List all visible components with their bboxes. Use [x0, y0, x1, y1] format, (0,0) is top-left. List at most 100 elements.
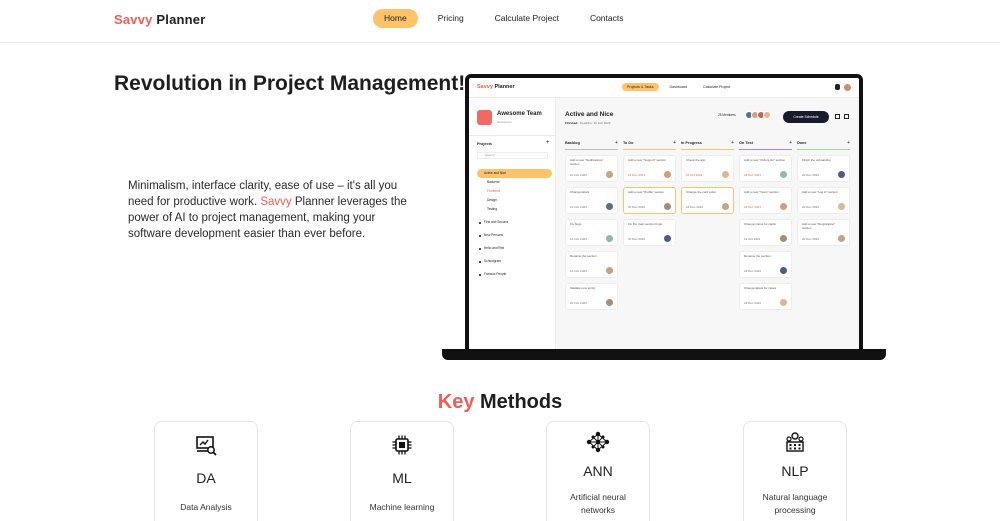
- language-processing-icon: [744, 431, 846, 455]
- avatar: [780, 203, 787, 210]
- task-card: Rename the section 24 Dec 2022: [739, 251, 792, 278]
- app-screenshot: Savvy Planner Projects & Tasks Dashboard…: [469, 78, 859, 350]
- task-card: Add a new "Profile" section 20 Dec 2022: [623, 187, 676, 214]
- column-header: Done +: [797, 140, 850, 148]
- data-analysis-icon: [155, 434, 257, 458]
- column-color-bar: [623, 149, 676, 150]
- plus-icon: +: [847, 140, 850, 146]
- task-date: 20 Dec 2022: [802, 237, 820, 241]
- method-card-da[interactable]: DA Data Analysis: [154, 421, 258, 521]
- avatar: [838, 203, 845, 210]
- task-date: 10 Feb 2023: [570, 173, 587, 177]
- sidebar-project-item: First and Second: [477, 218, 552, 227]
- team-name: Awesome Team: [497, 111, 542, 117]
- column-title: On Test: [739, 141, 753, 145]
- task-date: 20 Feb 2023: [570, 301, 587, 305]
- avatar: [606, 299, 613, 306]
- method-card-ml[interactable]: ML Machine learning: [350, 421, 454, 521]
- avatar: [780, 171, 787, 178]
- method-desc: Data Analysis: [180, 502, 232, 512]
- task-date: 24 Dec 2021: [744, 205, 762, 209]
- methods-title-accent: Key: [437, 391, 475, 413]
- kanban-column: To Do + Add a new "Support" section 24 Dec …: [623, 140, 676, 251]
- logo-part-2: Planner: [156, 12, 206, 27]
- task-card: Change labels 12 Feb 2023: [565, 187, 618, 214]
- task-card: Change colors for cards 12 Oct 2022: [739, 219, 792, 246]
- task-title: Change labels: [570, 190, 590, 194]
- column-color-bar: [565, 149, 618, 150]
- task-title: Change colors for cards: [744, 222, 776, 226]
- logo-part-1: Savvy: [114, 12, 153, 27]
- column-header: To Do +: [623, 140, 676, 148]
- task-title: Add a new "Support" section: [628, 158, 666, 162]
- column-color-bar: [681, 149, 734, 150]
- task-card: Add a new "Team" section 24 Dec 2021: [739, 187, 792, 214]
- view-toggle: [835, 114, 849, 119]
- method-desc: Artificial neural networks: [570, 492, 626, 515]
- nav-calculate-project[interactable]: Calculate Project: [484, 9, 570, 28]
- task-date: 20 Dec 2022: [802, 205, 820, 209]
- task-title: Add a new "Orders list" section: [744, 158, 786, 162]
- column-header: In Progress +: [681, 140, 734, 148]
- task-card: Check the app 10 Oct 2022: [681, 155, 734, 182]
- task-title: Finish the onboarding: [802, 158, 831, 162]
- task-card: Add a new "Orders list" section 24 Dec 20…: [739, 155, 792, 182]
- methods-title-rest: Methods: [474, 391, 563, 413]
- kanban-column: On Test + Add a new "Orders list" section 2…: [739, 140, 792, 315]
- method-card-nlp[interactable]: NLP Natural language processing: [743, 421, 847, 521]
- method-abbr: NLP: [781, 463, 809, 479]
- app-nav-projects: Projects & Tasks: [622, 83, 659, 91]
- app-logo: Savvy Planner: [477, 84, 515, 90]
- task-title: Rename the section: [570, 254, 597, 258]
- task-date: 14 Feb 2023: [570, 269, 587, 273]
- task-date: 12 Oct 2022: [744, 237, 761, 241]
- app-nav-dashboard: Dashboard: [669, 85, 688, 89]
- column-color-bar: [739, 149, 792, 150]
- site-logo[interactable]: Savvy Planner: [114, 12, 206, 27]
- sidebar-project-item: Schoolgram: [477, 257, 552, 266]
- hero-title: Revolution in Project Management!: [114, 72, 466, 95]
- sidebar-project-item: Testing: [487, 207, 498, 211]
- sidebar-project-item: Active and Nice: [477, 169, 552, 178]
- kanban-column: Done + Finish the onboarding 20 Dec 2022 Add…: [797, 140, 850, 251]
- task-card: Change the card order 24 Dec 2022: [681, 187, 734, 214]
- task-date: 14 Feb 2023: [570, 237, 587, 241]
- task-title: Validate new sprint: [570, 286, 596, 290]
- task-card: Fix the main section bugs 20 Dec 2022: [623, 219, 676, 246]
- board-deadline: Deadline: 30 Feb 2024: [580, 121, 611, 125]
- laptop-mockup: Savvy Planner Projects & Tasks Dashboard…: [465, 74, 863, 354]
- board-status: Finished: [565, 121, 578, 125]
- column-title: In Progress: [681, 141, 702, 145]
- board-title: Active and Nice: [565, 111, 614, 118]
- plus-icon: +: [546, 140, 550, 146]
- method-desc: Machine learning: [369, 502, 435, 512]
- plus-icon: +: [789, 140, 792, 146]
- method-abbr: DA: [196, 470, 216, 486]
- nav-contacts[interactable]: Contacts: [579, 9, 635, 28]
- task-title: Add a new "Team" section: [744, 190, 779, 194]
- nav-home[interactable]: Home: [373, 9, 418, 28]
- app-header-icons: [835, 84, 851, 91]
- task-date: 24 Dec 2022: [744, 269, 762, 273]
- divider: [469, 135, 556, 136]
- column-title: To Do: [623, 141, 634, 145]
- task-title: Fix bugs: [570, 222, 582, 226]
- task-title: Rename the section: [744, 254, 771, 258]
- task-card: Finish the onboarding 20 Dec 2022: [797, 155, 850, 182]
- avatar: [780, 267, 787, 274]
- method-card-ann[interactable]: ANN Artificial neural networks: [546, 421, 650, 521]
- task-card: Validate new sprint 20 Feb 2023: [565, 283, 618, 310]
- avatar: [838, 171, 845, 178]
- nav-pricing[interactable]: Pricing: [427, 9, 475, 28]
- column-header: Backlog +: [565, 140, 618, 148]
- sidebar-project-item: Hello and Red: [477, 244, 552, 253]
- board-area: Active and Nice Finished · Deadline: 30 …: [557, 98, 859, 350]
- avatar: [844, 84, 851, 91]
- task-card: Add a new "Notifications" section 10 Feb …: [565, 155, 618, 182]
- app-nav: Projects & Tasks Dashboard Calculate Pro…: [622, 83, 741, 91]
- avatar: [722, 203, 729, 210]
- bell-icon: [835, 84, 840, 90]
- column-header: On Test +: [739, 140, 792, 148]
- task-card: Add a new "Log in" section 20 Dec 2022: [797, 187, 850, 214]
- task-date: 10 Oct 2022: [686, 173, 703, 177]
